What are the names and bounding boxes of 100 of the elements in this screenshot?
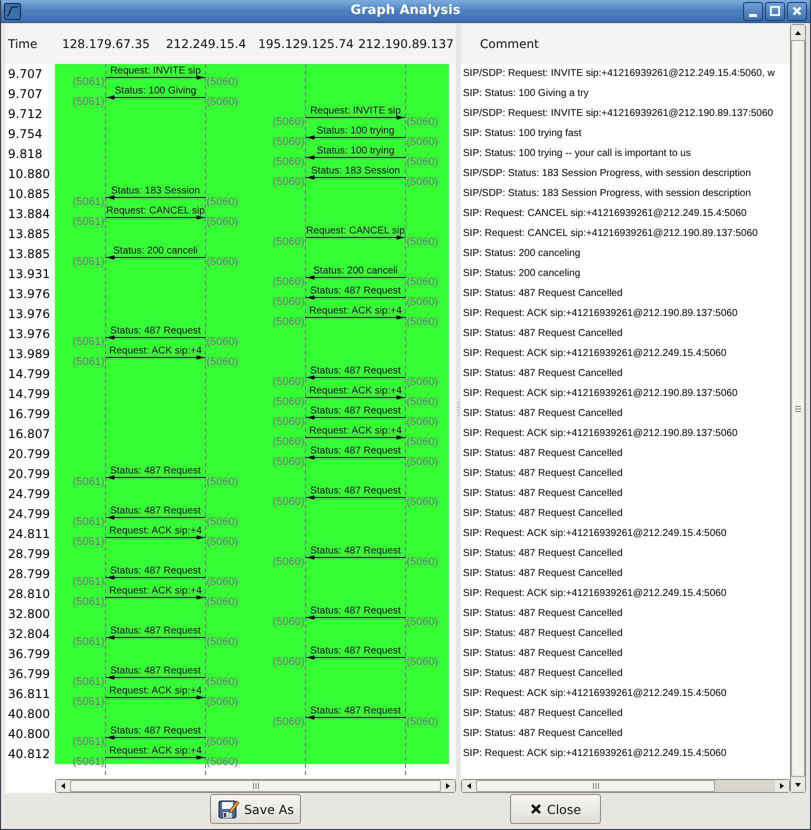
comment-text: SIP: Status: 487 Request Cancelled: [462, 367, 623, 381]
port-label: (5060): [406, 496, 438, 508]
scroll-right-button[interactable]: [775, 780, 789, 792]
port-label: (5061): [72, 516, 104, 528]
maximize-icon: [770, 6, 780, 16]
time-value: 9.712: [7, 106, 42, 123]
time-value: 32.804: [7, 626, 50, 643]
port-label: (5060): [206, 476, 238, 488]
time-value: 32.800: [7, 606, 50, 623]
port-label: (5060): [406, 236, 438, 248]
host-header: 212.190.89.137: [357, 37, 455, 51]
message-label: Status: 487 Request: [110, 626, 201, 636]
port-label: (5060): [272, 616, 304, 628]
port-label: (5060): [206, 596, 238, 608]
triangle-left-icon: [466, 783, 472, 789]
message-label: Status: 487 Request: [310, 366, 401, 376]
time-value: 14.799: [7, 386, 50, 403]
time-value: 13.885: [7, 226, 50, 243]
message-label: Status: 487 Request: [310, 286, 401, 296]
time-value: 20.799: [7, 466, 50, 483]
comment-text: SIP: Status: 487 Request Cancelled: [462, 287, 623, 301]
horizontal-scrollbar[interactable]: [461, 779, 790, 793]
scroll-thumb[interactable]: [70, 780, 441, 792]
port-label: (5060): [272, 496, 304, 508]
triangle-down-icon: [795, 782, 801, 788]
scroll-right-button[interactable]: [441, 780, 455, 792]
port-label: (5061): [72, 596, 104, 608]
port-label: (5060): [272, 656, 304, 668]
port-label: (5060): [272, 396, 304, 408]
time-value: 14.799: [7, 366, 50, 383]
grip-icon: [794, 404, 802, 412]
triangle-left-icon: [60, 783, 66, 789]
message-label: Request: INVITE sip: [310, 106, 401, 116]
message-label: Status: 487 Request: [110, 466, 201, 476]
time-value: 9.754: [7, 126, 42, 143]
time-value: 9.707: [7, 86, 42, 103]
comment-text: SIP: Request: ACK sip:+41216939261@212.249.15.4:5060: [462, 687, 726, 701]
scroll-left-button[interactable]: [462, 780, 476, 792]
comment-text: SIP: Status: 487 Request Cancelled: [462, 447, 623, 461]
time-value: 13.976: [7, 326, 50, 343]
time-value: 40.800: [7, 706, 50, 723]
triangle-up-icon: [795, 30, 801, 36]
close-button[interactable]: [787, 2, 807, 20]
horizontal-scrollbar[interactable]: [55, 779, 456, 793]
port-label: (5060): [272, 236, 304, 248]
message-label: Request: ACK sip:+4: [309, 306, 402, 316]
message-label: Status: 487 Request: [110, 666, 201, 676]
port-label: (5060): [206, 636, 238, 648]
comment-text: SIP: Status: 487 Request Cancelled: [462, 547, 623, 561]
port-label: (5060): [206, 356, 238, 368]
time-value: 40.812: [7, 746, 50, 763]
time-value: 13.976: [7, 306, 50, 323]
comment-text: SIP: Status: 487 Request Cancelled: [462, 567, 623, 581]
time-value: 9.818: [7, 146, 42, 163]
message-label: Status: 487 Request: [310, 706, 401, 716]
vertical-scrollbar[interactable]: [790, 24, 806, 793]
scroll-thumb[interactable]: [476, 780, 716, 792]
port-label: (5061): [72, 636, 104, 648]
comment-text: SIP: Status: 487 Request Cancelled: [462, 707, 623, 721]
message-label: Request: ACK sip:+4: [109, 586, 202, 596]
scroll-thumb[interactable]: [791, 40, 805, 777]
scroll-up-button[interactable]: [791, 25, 805, 40]
time-value: 13.885: [7, 246, 50, 263]
port-label: (5060): [272, 296, 304, 308]
scroll-down-button[interactable]: [791, 777, 805, 792]
save-as-button[interactable]: Save As: [210, 794, 301, 824]
message-label: Status: 487 Request: [110, 326, 201, 336]
port-label: (5061): [72, 76, 104, 88]
pane-grip-icon: [457, 402, 460, 416]
port-label: (5061): [72, 216, 104, 228]
host-header: 128.179.67.35: [61, 37, 151, 51]
column-header: Time: [7, 37, 38, 51]
port-label: (5060): [406, 376, 438, 388]
comment-text: SIP: Status: 487 Request Cancelled: [462, 507, 623, 521]
message-label: Status: 200 canceli: [113, 246, 198, 256]
time-value: 36.811: [7, 686, 50, 703]
message-label: Request: ACK sip:+4: [109, 346, 202, 356]
port-label: (5060): [272, 416, 304, 428]
port-label: (5061): [72, 356, 104, 368]
message-label: Request: ACK sip:+4: [109, 746, 202, 756]
port-label: (5060): [406, 416, 438, 428]
port-label: (5060): [206, 336, 238, 348]
triangle-right-icon: [445, 783, 451, 789]
port-label: (5060): [206, 76, 238, 88]
port-label: (5060): [406, 716, 438, 728]
port-label: (5060): [206, 676, 238, 688]
message-label: Request: CANCEL sip: [106, 206, 205, 216]
message-label: Status: 183 Session: [111, 186, 200, 196]
port-label: (5060): [272, 436, 304, 448]
port-label: (5060): [206, 516, 238, 528]
scroll-left-button[interactable]: [56, 780, 70, 792]
minimize-button[interactable]: [743, 2, 763, 20]
port-label: (5060): [272, 456, 304, 468]
port-label: (5060): [272, 136, 304, 148]
time-value: 20.799: [7, 446, 50, 463]
port-label: (5060): [272, 176, 304, 188]
time-value: 16.807: [7, 426, 50, 443]
maximize-button[interactable]: [765, 2, 785, 20]
comment-text: SIP: Request: ACK sip:+41216939261@212.249.15.4:5060: [462, 347, 726, 361]
close-button[interactable]: Close: [510, 794, 601, 824]
